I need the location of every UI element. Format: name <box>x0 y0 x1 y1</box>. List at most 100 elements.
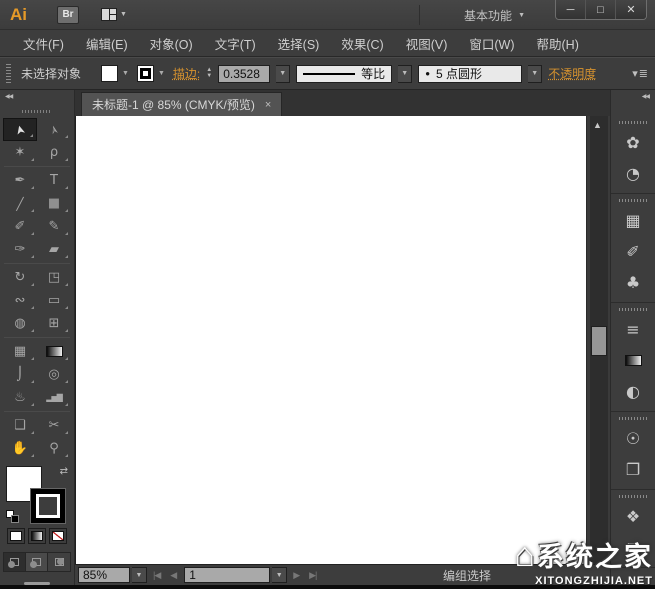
menu-edit[interactable]: 编辑(E) <box>75 30 139 56</box>
line-segment-icon: ╱ <box>16 196 24 211</box>
document-tab[interactable]: 未标题-1 @ 85% (CMYK/预览) × <box>81 92 283 116</box>
symbol-sprayer-tool[interactable]: ♨ <box>3 386 37 409</box>
zoom-tool[interactable]: ⚲ <box>37 437 71 460</box>
symbols-panel[interactable]: ♣ <box>611 267 655 298</box>
workspace-switcher[interactable]: 基本功能 ▼ <box>419 5 525 25</box>
paintbrush-tool[interactable]: ✐ <box>3 215 37 238</box>
blob-brush-tool[interactable]: ✑ <box>3 238 37 261</box>
menu-file[interactable]: 文件(F) <box>12 30 75 56</box>
width-tool[interactable]: ∾ <box>3 289 37 312</box>
drag-handle-icon[interactable] <box>619 495 647 498</box>
previous-artboard-button[interactable]: ◀ <box>166 570 180 581</box>
minimize-button[interactable]: ─ <box>556 0 586 19</box>
lasso-tool[interactable]: ρ <box>37 141 71 164</box>
selection-tool[interactable]: ➤ <box>3 118 37 141</box>
type-tool[interactable]: T <box>37 169 71 192</box>
menu-help[interactable]: 帮助(H) <box>526 30 590 56</box>
artboard-tool[interactable]: ❑ <box>3 414 37 437</box>
artboard-dropdown[interactable]: ▼ <box>272 567 288 583</box>
rectangle-tool[interactable]: ■ <box>37 192 71 215</box>
column-graph-tool[interactable]: ▂▅▇ <box>37 386 71 409</box>
gradient-panel[interactable] <box>611 345 655 376</box>
none-button[interactable] <box>49 527 67 544</box>
bridge-button[interactable]: Br <box>57 5 79 24</box>
hand-tool[interactable]: ✋ <box>3 437 37 460</box>
zoom-dropdown[interactable]: ▼ <box>132 567 147 583</box>
control-panel-menu-icon[interactable]: ▾≣ <box>632 67 649 80</box>
graphic-styles-panel[interactable]: ❐ <box>611 454 655 485</box>
gradient-tool[interactable] <box>37 340 71 363</box>
slice-tool[interactable]: ✂ <box>37 414 71 437</box>
drag-handle-icon[interactable] <box>22 110 52 113</box>
menu-effect[interactable]: 效果(C) <box>330 30 394 56</box>
draw-inside-mode[interactable] <box>48 552 70 571</box>
artboard-number-input[interactable]: 1 <box>184 567 271 583</box>
brushes-panel[interactable]: ✐ <box>611 236 655 267</box>
drag-handle-icon[interactable] <box>619 417 647 420</box>
scale-tool[interactable]: ◳ <box>37 266 71 289</box>
artboard-canvas[interactable] <box>75 116 586 564</box>
free-transform-tool[interactable]: ▭ <box>37 289 71 312</box>
color-button[interactable] <box>7 527 25 544</box>
magic-wand-tool[interactable]: ✶ <box>3 141 37 164</box>
swap-fill-stroke-icon[interactable]: ⇄ <box>60 466 68 477</box>
artboards-panel[interactable]: ⧉ <box>611 532 655 563</box>
first-artboard-button[interactable]: |◀ <box>149 570 164 581</box>
last-artboard-button[interactable]: ▶| <box>305 570 320 581</box>
direct-selection-tool[interactable]: ➢ <box>37 118 71 141</box>
scroll-up-icon[interactable]: ▲ <box>593 120 602 130</box>
stroke-profile-dropdown[interactable]: 等比 <box>296 64 393 83</box>
drag-handle-icon[interactable] <box>619 199 647 202</box>
next-artboard-button[interactable]: ▶ <box>289 570 303 581</box>
stroke-color-picker[interactable]: ▼ <box>136 65 167 82</box>
color-guide-panel[interactable]: ◔ <box>611 158 655 189</box>
fill-color-picker[interactable]: ▼ <box>101 65 131 82</box>
stroke-weight-stepper[interactable]: ▲ ▼ <box>206 67 212 79</box>
stroke-panel-link[interactable]: 描边: <box>173 65 200 82</box>
zoom-level-input[interactable]: 85% <box>78 567 130 583</box>
menu-view[interactable]: 视图(V) <box>395 30 459 56</box>
menu-window[interactable]: 窗口(W) <box>458 30 525 56</box>
drag-handle-icon[interactable] <box>619 121 647 124</box>
stroke-panel[interactable]: ≡ <box>611 314 655 345</box>
swatches-panel[interactable]: ▦ <box>611 205 655 236</box>
pencil-tool[interactable]: ✎ <box>37 215 71 238</box>
appearance-panel[interactable]: ☉ <box>611 423 655 454</box>
menu-object[interactable]: 对象(O) <box>139 30 204 56</box>
brush-definition-dropdown[interactable]: ● 5 点圆形 <box>418 64 523 83</box>
menu-select[interactable]: 选择(S) <box>267 30 331 56</box>
menu-type[interactable]: 文字(T) <box>204 30 267 56</box>
perspective-grid-tool[interactable]: ⊞ <box>37 312 71 335</box>
layers-panel[interactable]: ❖ <box>611 501 655 532</box>
eraser-tool[interactable]: ▰ <box>37 238 71 261</box>
scrollbar-thumb[interactable] <box>591 326 607 356</box>
blend-tool[interactable]: ◎ <box>37 363 71 386</box>
pen-tool[interactable]: ✒ <box>3 169 37 192</box>
default-fill-stroke-icon[interactable] <box>6 510 19 523</box>
tab-close-icon[interactable]: × <box>265 99 271 111</box>
gradient-button[interactable] <box>28 527 46 544</box>
stroke-profile-dropdown-arrow[interactable]: ▼ <box>398 64 413 83</box>
draw-behind-mode[interactable] <box>26 552 48 571</box>
draw-normal-mode[interactable] <box>4 552 26 571</box>
shape-builder-tool[interactable]: ◍ <box>3 312 37 335</box>
toolbar-collapse-icon[interactable]: ◀◀ <box>5 93 13 100</box>
drag-handle-icon[interactable] <box>6 63 11 84</box>
stroke-weight-dropdown[interactable]: ▼ <box>276 64 291 83</box>
drag-handle-icon[interactable] <box>619 308 647 311</box>
opacity-panel-link[interactable]: 不透明度 <box>548 65 596 82</box>
transparency-panel[interactable]: ◐ <box>611 376 655 407</box>
mesh-tool[interactable]: ▦ <box>3 340 37 363</box>
eyedropper-tool[interactable]: ⌡ <box>3 363 37 386</box>
maximize-button[interactable]: □ <box>586 0 616 19</box>
color-panel[interactable]: ✿ <box>611 127 655 158</box>
vertical-scrollbar[interactable]: ▲ <box>586 116 610 564</box>
rotate-tool[interactable]: ↻ <box>3 266 37 289</box>
arrange-documents-button[interactable]: ▼ <box>101 8 127 21</box>
brush-dropdown-arrow[interactable]: ▼ <box>528 64 543 83</box>
stroke-color-box[interactable] <box>30 488 66 524</box>
close-button[interactable]: ✕ <box>616 0 646 19</box>
panel-collapse-icon[interactable]: ◀◀ <box>642 93 650 100</box>
stroke-weight-input[interactable]: 0.3528 <box>218 64 271 83</box>
line-segment-tool[interactable]: ╱ <box>3 192 37 215</box>
